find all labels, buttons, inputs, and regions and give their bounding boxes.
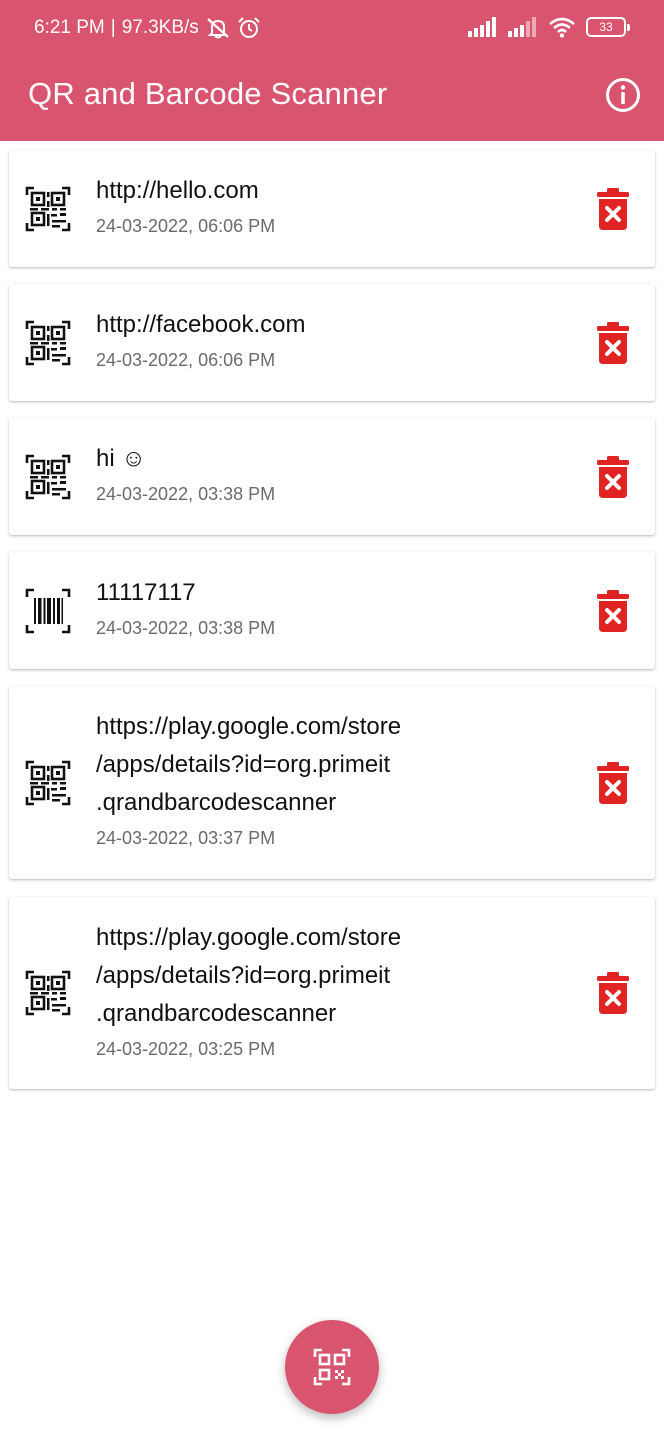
scan-result-text: https://play.google.com/store /apps/deta… xyxy=(96,713,402,816)
delete-icon[interactable] xyxy=(596,456,630,498)
history-item-content: https://play.google.com/store /apps/deta… xyxy=(96,708,576,849)
barcode-icon xyxy=(25,588,71,634)
qr-code-icon xyxy=(25,320,71,366)
history-item-content: http://hello.com 24-03-2022, 06:06 PM xyxy=(96,172,576,237)
scan-date: 24-03-2022, 06:06 PM xyxy=(96,216,276,236)
scan-date: 24-03-2022, 03:38 PM xyxy=(96,484,276,504)
info-icon[interactable] xyxy=(605,77,641,113)
history-item[interactable]: https://play.google.com/store /apps/deta… xyxy=(9,897,655,1089)
delete-icon[interactable] xyxy=(596,972,630,1014)
scan-date: 24-03-2022, 03:38 PM xyxy=(96,618,276,638)
silent-mode-icon xyxy=(207,18,229,39)
wifi-icon xyxy=(549,17,575,38)
scan-date: 24-03-2022, 03:25 PM xyxy=(96,1039,276,1059)
scan-fab-button[interactable] xyxy=(285,1320,379,1414)
history-item[interactable]: http://facebook.com 24-03-2022, 06:06 PM xyxy=(9,284,655,401)
status-time: 6:21 PM xyxy=(34,17,105,38)
qr-code-icon xyxy=(25,760,71,806)
delete-icon[interactable] xyxy=(596,590,630,632)
cell-signal-icon xyxy=(468,17,496,37)
delete-icon[interactable] xyxy=(596,322,630,364)
network-speed: 97.3KB/s xyxy=(121,17,199,38)
history-item[interactable]: https://play.google.com/store /apps/deta… xyxy=(9,686,655,879)
cell-signal-2-icon xyxy=(508,17,536,37)
qr-code-icon xyxy=(25,454,71,500)
scan-result-text: http://facebook.com xyxy=(96,311,306,338)
history-item[interactable]: hi ☺ 24-03-2022, 03:38 PM xyxy=(9,418,655,535)
history-item-content: http://facebook.com 24-03-2022, 06:06 PM xyxy=(96,306,576,371)
status-bar: 6:21 PM | 97.3KB/s 33 xyxy=(0,0,664,58)
scan-result-text: https://play.google.com/store /apps/deta… xyxy=(96,924,402,1027)
page-title: QR and Barcode Scanner xyxy=(28,76,388,111)
scan-result-text: hi ☺ xyxy=(96,445,146,472)
delete-icon[interactable] xyxy=(596,762,630,804)
history-item-content: hi ☺ 24-03-2022, 03:38 PM xyxy=(96,440,576,505)
qr-code-icon xyxy=(25,186,71,232)
alarm-icon xyxy=(238,17,260,38)
history-item[interactable]: 11117117 24-03-2022, 03:38 PM xyxy=(9,552,655,669)
delete-icon[interactable] xyxy=(596,188,630,230)
history-item-content: https://play.google.com/store /apps/deta… xyxy=(96,919,576,1060)
scan-date: 24-03-2022, 06:06 PM xyxy=(96,350,276,370)
app-bar: 6:21 PM | 97.3KB/s 33 QR and Barcode Sca… xyxy=(0,0,664,141)
qr-scan-icon xyxy=(313,1348,351,1386)
scan-result-text: http://hello.com xyxy=(96,177,259,204)
scan-date: 24-03-2022, 03:37 PM xyxy=(96,828,276,848)
scan-result-text: 11117117 xyxy=(96,579,196,606)
history-item-content: 11117117 24-03-2022, 03:38 PM xyxy=(96,574,576,639)
battery-indicator: 33 xyxy=(586,17,630,37)
history-item[interactable]: http://hello.com 24-03-2022, 06:06 PM xyxy=(9,150,655,267)
qr-code-icon xyxy=(25,970,71,1016)
